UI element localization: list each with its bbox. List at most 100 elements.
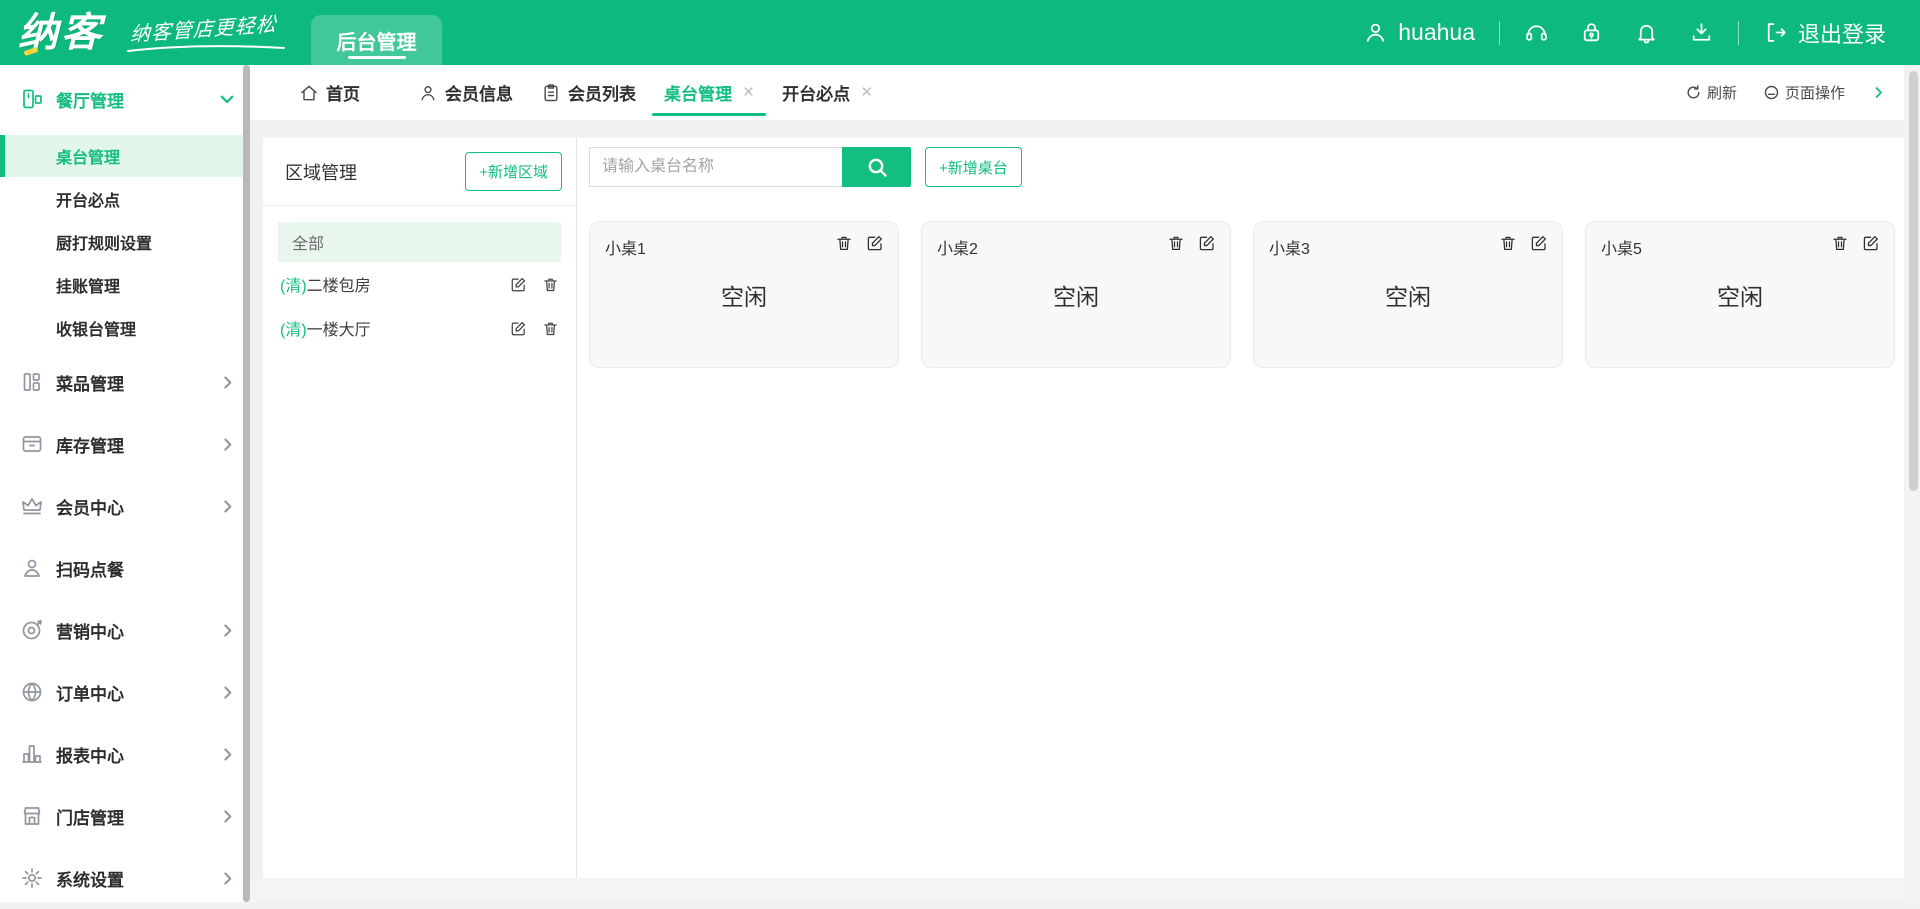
table-name: 小桌3 bbox=[1269, 235, 1310, 259]
chevron-right-icon bbox=[219, 436, 236, 453]
region-item[interactable]: (清) 一楼大厅 bbox=[278, 306, 561, 350]
edit-icon[interactable] bbox=[866, 234, 884, 252]
store-icon bbox=[20, 804, 44, 828]
sidebar-item-member-center[interactable]: 会员中心 bbox=[0, 475, 250, 537]
table-status: 空闲 bbox=[1586, 278, 1894, 312]
headset-icon[interactable] bbox=[1524, 20, 1549, 45]
lock-icon[interactable] bbox=[1579, 20, 1604, 45]
sidebar: 餐厅管理 桌台管理 开台必点 厨打规则设置 挂账管理 收银台管理 菜品管理 bbox=[0, 65, 250, 902]
gear-icon bbox=[20, 866, 44, 890]
trash-icon[interactable] bbox=[835, 234, 853, 252]
table-name: 小桌2 bbox=[937, 235, 978, 259]
username: huahua bbox=[1398, 19, 1475, 46]
header-separator bbox=[1499, 21, 1500, 45]
trash-icon[interactable] bbox=[1167, 234, 1185, 252]
table-card-actions bbox=[1499, 234, 1548, 252]
close-icon[interactable]: × bbox=[861, 82, 872, 104]
tab-member-info[interactable]: 会员信息 bbox=[404, 65, 527, 120]
tab-home[interactable]: 首页 bbox=[285, 65, 374, 120]
chevron-right-icon[interactable] bbox=[1871, 85, 1886, 100]
logout-label: 退出登录 bbox=[1798, 17, 1886, 49]
region-panel: 区域管理 +新增区域 全部 (清) 二楼包房 (清) bbox=[263, 138, 576, 878]
table-card[interactable]: 小桌3 空闲 bbox=[1253, 221, 1563, 368]
backstage-nav-tab[interactable]: 后台管理 bbox=[311, 15, 442, 65]
table-card[interactable]: 小桌1 空闲 bbox=[589, 221, 899, 368]
tables-panel: +新增桌台 小桌1 空闲 小桌2 bbox=[577, 138, 1904, 878]
sidebar-item-inventory[interactable]: 库存管理 bbox=[0, 413, 250, 475]
clipboard-icon bbox=[541, 83, 561, 103]
tab-label: 会员信息 bbox=[445, 80, 513, 105]
sidebar-group-restaurant[interactable]: 餐厅管理 bbox=[0, 77, 250, 121]
crown-icon bbox=[20, 494, 44, 518]
sidebar-item-open-table-required[interactable]: 开台必点 bbox=[0, 177, 250, 220]
sidebar-item-table-management[interactable]: 桌台管理 bbox=[0, 135, 250, 177]
chevron-right-icon bbox=[219, 684, 236, 701]
trash-icon[interactable] bbox=[542, 320, 559, 337]
tab-label: 桌台管理 bbox=[664, 80, 732, 105]
sidebar-item-system-settings[interactable]: 系统设置 bbox=[0, 847, 250, 909]
user-menu[interactable]: huahua bbox=[1363, 19, 1475, 46]
sidebar-item-label: 门店管理 bbox=[56, 804, 124, 829]
sidebar-scrollbar[interactable] bbox=[243, 65, 250, 902]
sidebar-item-dishes[interactable]: 菜品管理 bbox=[0, 351, 250, 413]
brand-logo: 纳客 bbox=[18, 4, 104, 62]
sidebar-item-label: 桌台管理 bbox=[56, 144, 120, 168]
table-card-actions bbox=[1831, 234, 1880, 252]
tab-open-table-required[interactable]: 开台必点 × bbox=[768, 65, 886, 120]
bottom-strip bbox=[250, 878, 1920, 902]
brand-tagline: 纳客管店更轻松 bbox=[130, 13, 277, 52]
close-icon[interactable]: × bbox=[743, 82, 754, 104]
region-item[interactable]: (清) 二楼包房 bbox=[278, 262, 561, 306]
page-tabbar: 首页 会员信息 会员列表 桌台管理 × 开台必点 × 刷新 页面操作 bbox=[250, 65, 1904, 120]
sidebar-item-label: 厨打规则设置 bbox=[56, 230, 152, 254]
sidebar-item-credit-management[interactable]: 挂账管理 bbox=[0, 263, 250, 306]
search-button[interactable] bbox=[842, 147, 911, 187]
table-search-input[interactable] bbox=[589, 147, 842, 187]
tab-label: 开台必点 bbox=[782, 80, 850, 105]
sidebar-item-report-center[interactable]: 报表中心 bbox=[0, 723, 250, 785]
region-item-label: 全部 bbox=[292, 230, 324, 254]
edit-icon[interactable] bbox=[510, 320, 527, 337]
region-clear-tag: (清) bbox=[280, 316, 307, 340]
sidebar-item-order-center[interactable]: 订单中心 bbox=[0, 661, 250, 723]
refresh-icon bbox=[1685, 84, 1702, 101]
restaurant-icon bbox=[20, 87, 44, 111]
backstage-nav-label: 后台管理 bbox=[337, 26, 417, 55]
table-name: 小桌5 bbox=[1601, 235, 1642, 259]
add-table-button[interactable]: +新增桌台 bbox=[925, 147, 1022, 187]
user-icon bbox=[418, 83, 438, 103]
table-card[interactable]: 小桌2 空闲 bbox=[921, 221, 1231, 368]
edit-icon[interactable] bbox=[1198, 234, 1216, 252]
sidebar-main-menu: 菜品管理 库存管理 会员中心 bbox=[0, 351, 250, 909]
page-scrollbar[interactable] bbox=[1907, 65, 1920, 902]
sidebar-item-store-management[interactable]: 门店管理 bbox=[0, 785, 250, 847]
download-icon[interactable] bbox=[1689, 20, 1714, 45]
edit-icon[interactable] bbox=[510, 276, 527, 293]
trash-icon[interactable] bbox=[1499, 234, 1517, 252]
bell-icon[interactable] bbox=[1634, 20, 1659, 45]
logout-icon bbox=[1763, 20, 1788, 45]
refresh-button[interactable]: 刷新 bbox=[1685, 82, 1737, 103]
sidebar-item-marketing-center[interactable]: 营销中心 bbox=[0, 599, 250, 661]
trash-icon[interactable] bbox=[542, 276, 559, 293]
page-scrollbar-thumb[interactable] bbox=[1909, 71, 1918, 491]
table-card[interactable]: 小桌5 空闲 bbox=[1585, 221, 1895, 368]
table-card-actions bbox=[1167, 234, 1216, 252]
sidebar-item-kitchen-print-rules[interactable]: 厨打规则设置 bbox=[0, 220, 250, 263]
add-region-button[interactable]: +新增区域 bbox=[465, 152, 562, 191]
sidebar-item-cashier-management[interactable]: 收银台管理 bbox=[0, 306, 250, 349]
logout-button[interactable]: 退出登录 bbox=[1763, 17, 1886, 49]
edit-icon[interactable] bbox=[1862, 234, 1880, 252]
tab-table-management[interactable]: 桌台管理 × bbox=[650, 65, 768, 120]
inventory-icon bbox=[20, 432, 44, 456]
edit-icon[interactable] bbox=[1530, 234, 1548, 252]
chevron-right-icon bbox=[219, 622, 236, 639]
sidebar-item-scan-order[interactable]: 扫码点餐 bbox=[0, 537, 250, 599]
chevron-down-icon bbox=[218, 90, 236, 108]
trash-icon[interactable] bbox=[1831, 234, 1849, 252]
home-icon bbox=[299, 83, 319, 103]
tab-member-list[interactable]: 会员列表 bbox=[527, 65, 650, 120]
page-actions-button[interactable]: 页面操作 bbox=[1763, 82, 1845, 103]
sidebar-item-label: 菜品管理 bbox=[56, 370, 124, 395]
region-item-all[interactable]: 全部 bbox=[278, 222, 561, 262]
